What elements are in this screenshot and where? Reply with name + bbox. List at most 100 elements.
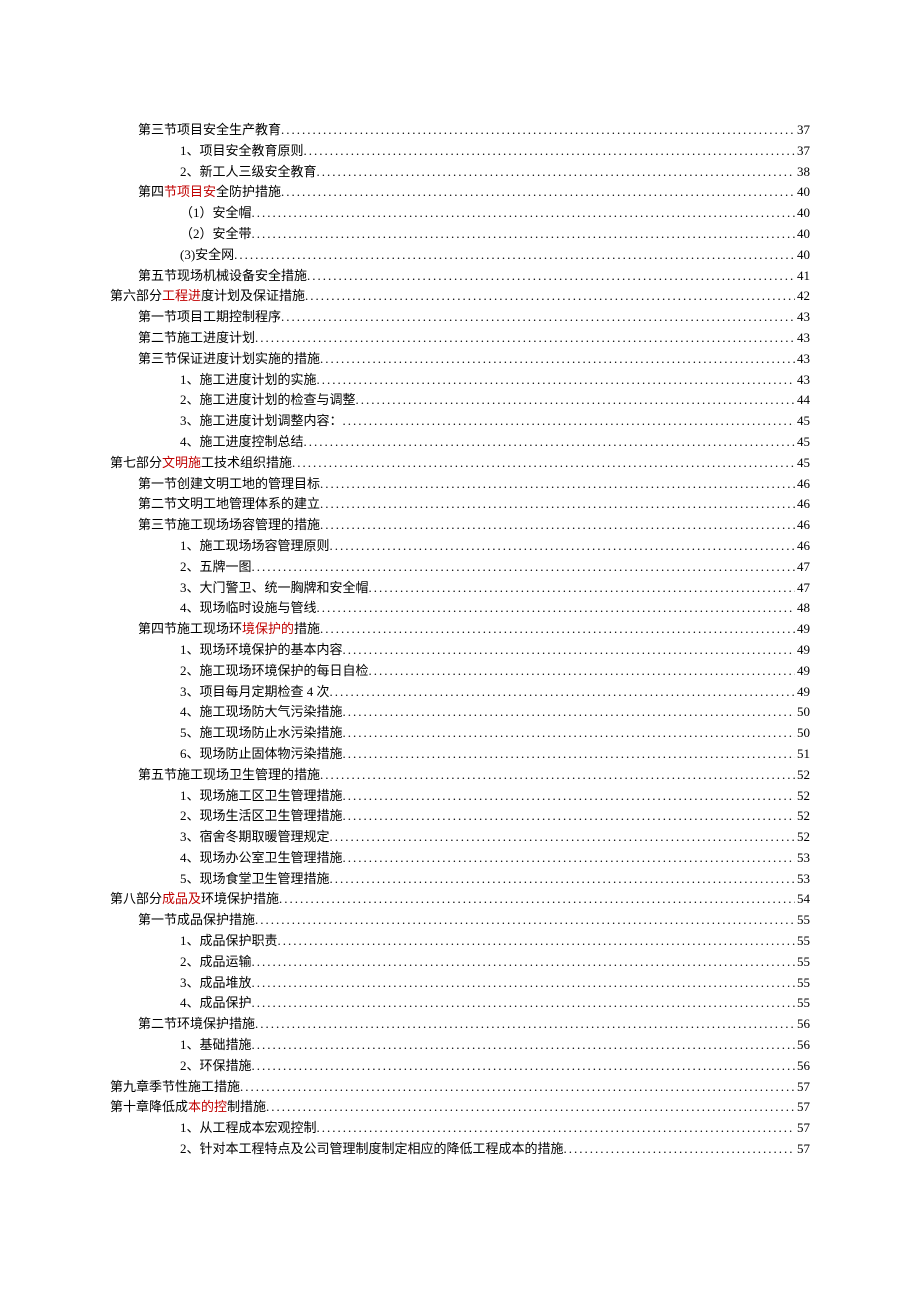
toc-leader-dots [343, 786, 795, 807]
toc-entry[interactable]: 第五节现场机械设备安全措施 41 [110, 266, 810, 287]
toc-leader-dots [279, 889, 795, 910]
toc-entry[interactable]: 第十章降低成本的控制措施 57 [110, 1097, 810, 1118]
toc-entry[interactable]: 2、环保措施 56 [110, 1056, 810, 1077]
toc-entry[interactable]: 第一节创建文明工地的管理目标 46 [110, 474, 810, 495]
toc-page-number: 55 [795, 910, 810, 931]
toc-entry[interactable]: 2、针对本工程特点及公司管理制度制定相应的降低工程成本的措施 57 [110, 1139, 810, 1160]
toc-entry-title: 第二节施工进度计划 [138, 328, 255, 349]
toc-entry[interactable]: 第二节施工进度计划 43 [110, 328, 810, 349]
toc-entry[interactable]: 第三节保证进度计划实施的措施 43 [110, 349, 810, 370]
toc-entry[interactable]: 第九章季节性施工措施 57 [110, 1077, 810, 1098]
toc-page-number: 52 [795, 806, 810, 827]
toc-entry[interactable]: 3、项目每月定期检查 4 次 49 [110, 682, 810, 703]
toc-entry-title: 4、施工现场防大气污染措施 [180, 702, 343, 723]
highlighted-text: 工程进 [162, 288, 201, 303]
toc-page-number: 52 [795, 786, 810, 807]
toc-entry-title: 5、现场食堂卫生管理措施 [180, 869, 330, 890]
toc-entry[interactable]: 第七部分文明施工技术组织措施 45 [110, 453, 810, 474]
toc-entry-title: 1、从工程成本宏观控制 [180, 1118, 317, 1139]
toc-entry[interactable]: 1、施工进度计划的实施 43 [110, 370, 810, 391]
toc-entry[interactable]: 4、施工现场防大气污染措施 50 [110, 702, 810, 723]
toc-entry-title: 第一节创建文明工地的管理目标 [138, 474, 320, 495]
toc-entry[interactable]: 5、施工现场防止水污染措施 50 [110, 723, 810, 744]
toc-entry-title: 2、五牌一图 [180, 557, 252, 578]
toc-entry-title: 第二节文明工地管理体系的建立 [138, 494, 320, 515]
toc-leader-dots [343, 411, 795, 432]
toc-leader-dots [281, 307, 795, 328]
toc-page-number: 37 [795, 120, 810, 141]
toc-page-number: 51 [795, 744, 810, 765]
toc-page-number: 43 [795, 370, 810, 391]
toc-page-number: 52 [795, 827, 810, 848]
toc-entry-title: 3、施工进度计划调整内容： [180, 411, 343, 432]
toc-entry[interactable]: 2、成品运输 55 [110, 952, 810, 973]
toc-entry[interactable]: 第五节施工现场卫生管理的措施 52 [110, 765, 810, 786]
toc-entry[interactable]: 第一节项目工期控制程序 43 [110, 307, 810, 328]
toc-entry[interactable]: 5、现场食堂卫生管理措施 53 [110, 869, 810, 890]
toc-entry-title: 3、项目每月定期检查 4 次 [180, 682, 330, 703]
toc-entry[interactable]: 1、成品保护职责 55 [110, 931, 810, 952]
toc-entry-title: 第四节施工现场环境保护的措施 [138, 619, 320, 640]
toc-entry[interactable]: 6、现场防止固体物污染措施 51 [110, 744, 810, 765]
toc-leader-dots [255, 910, 795, 931]
toc-leader-dots [343, 806, 795, 827]
toc-entry[interactable]: 3、宿舍冬期取暖管理规定 52 [110, 827, 810, 848]
toc-entry[interactable]: 第一节成品保护措施 55 [110, 910, 810, 931]
toc-entry[interactable]: 1、现场环境保护的基本内容 49 [110, 640, 810, 661]
toc-entry-title: 3、宿舍冬期取暖管理规定 [180, 827, 330, 848]
toc-entry[interactable]: 1、现场施工区卫生管理措施 52 [110, 786, 810, 807]
toc-page-number: 46 [795, 494, 810, 515]
toc-entry[interactable]: 4、现场办公室卫生管理措施 53 [110, 848, 810, 869]
toc-entry[interactable]: 2、施工现场环境保护的每日自检 49 [110, 661, 810, 682]
toc-leader-dots [240, 1077, 795, 1098]
toc-page-number: 57 [795, 1118, 810, 1139]
table-of-contents: 第三节项目安全生产教育 371、项目安全教育原则 372、新工人三级安全教育 3… [110, 120, 810, 1160]
toc-leader-dots [234, 245, 795, 266]
toc-entry[interactable]: 2、施工进度计划的检查与调整 44 [110, 390, 810, 411]
toc-entry[interactable]: （1）安全帽 40 [110, 203, 810, 224]
toc-leader-dots [252, 203, 795, 224]
toc-entry-title: 1、基础措施 [180, 1035, 252, 1056]
toc-entry[interactable]: （2）安全带 40 [110, 224, 810, 245]
toc-entry[interactable]: 第四节施工现场环境保护的措施 49 [110, 619, 810, 640]
toc-entry[interactable]: 1、基础措施 56 [110, 1035, 810, 1056]
toc-entry[interactable]: 4、成品保护 55 [110, 993, 810, 1014]
toc-entry[interactable]: 第三节施工现场场容管理的措施 46 [110, 515, 810, 536]
toc-page-number: 38 [795, 162, 810, 183]
toc-page-number: 49 [795, 619, 810, 640]
toc-page-number: 40 [795, 245, 810, 266]
toc-entry[interactable]: (3)安全网 40 [110, 245, 810, 266]
toc-page-number: 52 [795, 765, 810, 786]
toc-entry[interactable]: 4、现场临时设施与管线 48 [110, 598, 810, 619]
toc-entry[interactable]: 3、大门警卫、统一胸牌和安全帽 47 [110, 578, 810, 599]
toc-entry[interactable]: 4、施工进度控制总结 45 [110, 432, 810, 453]
toc-entry[interactable]: 1、项目安全教育原则 37 [110, 141, 810, 162]
toc-leader-dots [266, 1097, 795, 1118]
toc-entry[interactable]: 第三节项目安全生产教育 37 [110, 120, 810, 141]
toc-leader-dots [320, 515, 795, 536]
toc-entry[interactable]: 第八部分成品及环境保护措施 54 [110, 889, 810, 910]
toc-page-number: 50 [795, 723, 810, 744]
toc-entry[interactable]: 3、成品堆放 55 [110, 973, 810, 994]
toc-entry[interactable]: 1、施工现场场容管理原则 46 [110, 536, 810, 557]
toc-page-number: 43 [795, 328, 810, 349]
toc-page-number: 40 [795, 203, 810, 224]
toc-page-number: 49 [795, 661, 810, 682]
toc-entry[interactable]: 3、施工进度计划调整内容： 45 [110, 411, 810, 432]
toc-page-number: 46 [795, 515, 810, 536]
toc-leader-dots [281, 120, 795, 141]
toc-entry[interactable]: 第六部分工程进度计划及保证措施 42 [110, 286, 810, 307]
toc-entry-title: 第五节施工现场卫生管理的措施 [138, 765, 320, 786]
toc-entry[interactable]: 第二节文明工地管理体系的建立 46 [110, 494, 810, 515]
toc-entry-title: 2、环保措施 [180, 1056, 252, 1077]
toc-entry-title: （1）安全帽 [180, 203, 252, 224]
toc-entry-title: 4、现场办公室卫生管理措施 [180, 848, 343, 869]
toc-entry[interactable]: 1、从工程成本宏观控制 57 [110, 1118, 810, 1139]
toc-entry[interactable]: 2、现场生活区卫生管理措施 52 [110, 806, 810, 827]
toc-entry[interactable]: 2、五牌一图 47 [110, 557, 810, 578]
toc-entry-title: 第十章降低成本的控制措施 [110, 1097, 266, 1118]
toc-entry[interactable]: 第四节项目安全防护措施 40 [110, 182, 810, 203]
toc-entry[interactable]: 第二节环境保护措施 56 [110, 1014, 810, 1035]
toc-page-number: 45 [795, 453, 810, 474]
toc-entry[interactable]: 2、新工人三级安全教育 38 [110, 162, 810, 183]
